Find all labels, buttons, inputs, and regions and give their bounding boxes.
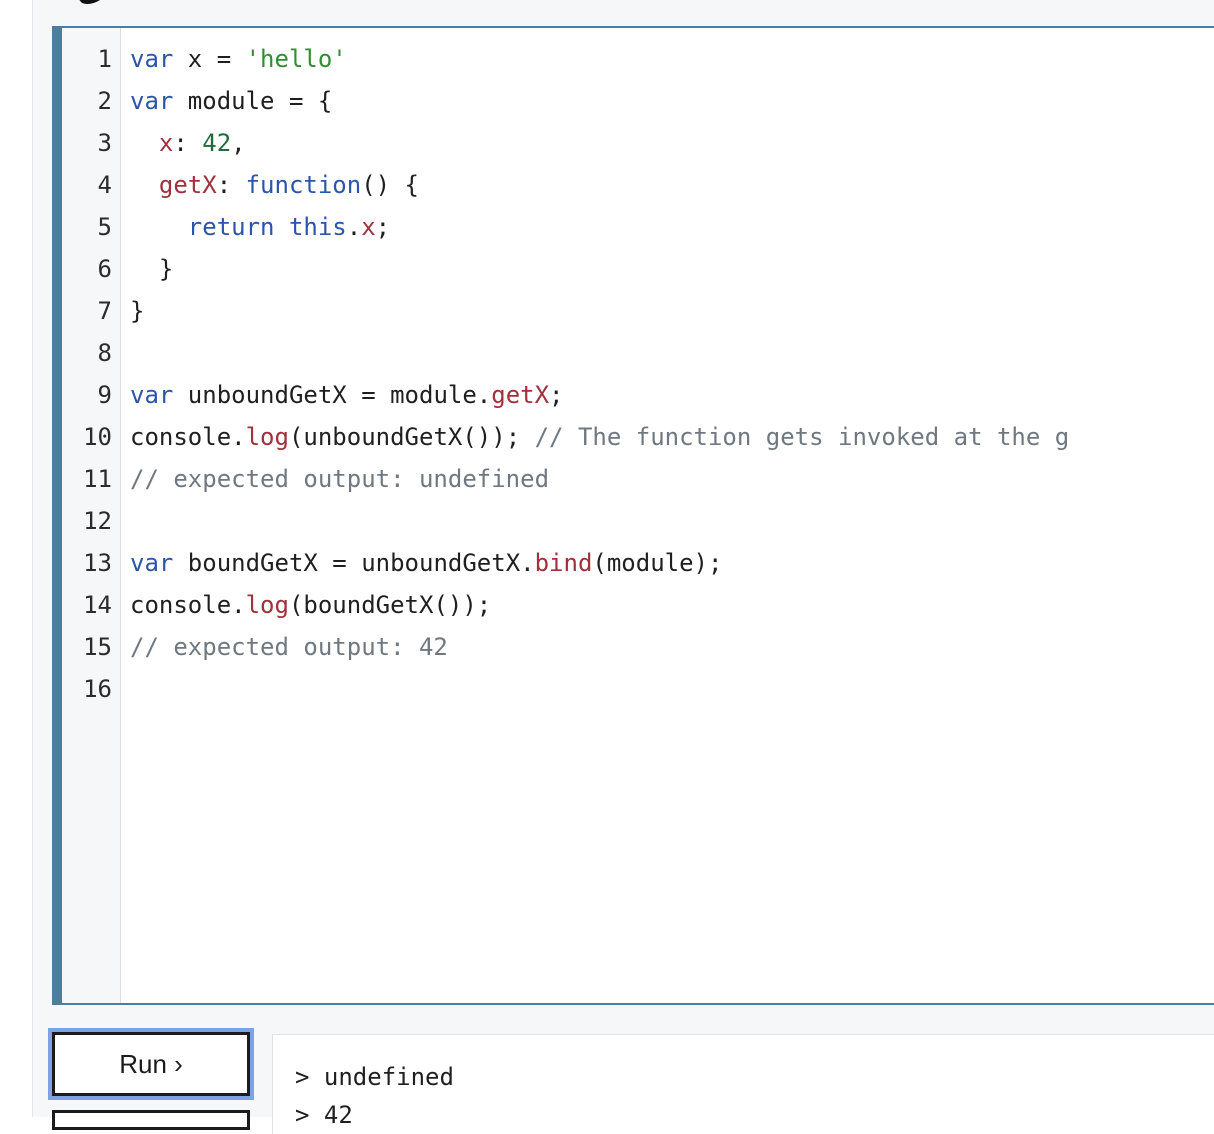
line-number: 10 <box>83 423 112 451</box>
line-number: 16 <box>83 675 112 703</box>
line-number: 3 <box>97 129 112 157</box>
line-number: 11 <box>83 465 112 493</box>
code-token: this <box>288 213 347 241</box>
line-number: 8 <box>97 339 112 367</box>
code-editor[interactable]: 1 2 3 4 5 6 7 8 9 10 11 12 13 14 15 16 var x = 'hello' v… <box>52 26 1214 1005</box>
code-token: module = { <box>173 87 333 115</box>
code-token: // expected output: 42 <box>130 633 448 661</box>
code-line: var module = { <box>130 80 332 122</box>
run-button-label: Run › <box>119 1048 183 1079</box>
code-line: var x = 'hello' <box>130 38 347 80</box>
line-number: 15 <box>83 633 112 661</box>
console-line: > 42 <box>295 1101 353 1129</box>
line-number-gutter: 1 2 3 4 5 6 7 8 9 10 11 12 13 14 15 16 <box>62 28 121 1003</box>
code-line: // expected output: 42 <box>130 626 448 668</box>
code-token: var <box>130 87 174 115</box>
code-token: var <box>130 549 174 577</box>
code-token: return <box>187 213 275 241</box>
code-line: console.log(unboundGetX()); // The funct… <box>130 416 1069 458</box>
code-token: x = <box>173 45 246 73</box>
code-token: log <box>245 591 289 619</box>
code-line: return this.x; <box>130 206 390 248</box>
code-token: bind <box>534 549 593 577</box>
code-token: () { <box>361 171 419 199</box>
code-token: boundGetX = unboundGetX. <box>173 549 535 577</box>
code-token: . <box>346 213 362 241</box>
run-button[interactable]: Run › <box>52 1032 250 1096</box>
line-number: 4 <box>97 171 112 199</box>
code-token: unboundGetX = module. <box>173 381 492 409</box>
code-token: : <box>216 171 246 199</box>
line-number: 2 <box>97 87 112 115</box>
code-token: x <box>158 129 174 157</box>
line-number: 6 <box>97 255 112 283</box>
line-number: 1 <box>97 45 112 73</box>
code-line: } <box>130 290 144 332</box>
reset-button[interactable] <box>52 1110 250 1130</box>
code-token: function <box>245 171 362 199</box>
top-decoration-icon <box>60 0 100 8</box>
code-line: console.log(boundGetX()); <box>130 584 491 626</box>
code-token: var <box>130 381 174 409</box>
code-token: getX <box>491 381 550 409</box>
line-number: 14 <box>83 591 112 619</box>
code-token: console. <box>130 591 246 619</box>
code-line: getX: function() { <box>130 164 419 206</box>
line-number: 12 <box>83 507 112 535</box>
code-token: } <box>130 255 174 283</box>
page-left-margin <box>0 0 33 1117</box>
code-line: x: 42, <box>130 122 246 164</box>
code-token: 42 <box>202 129 232 157</box>
code-area[interactable]: var x = 'hello' var module = { x: 42, get… <box>130 28 1214 1003</box>
code-line: } <box>130 248 173 290</box>
code-token: } <box>130 297 145 325</box>
line-number: 9 <box>97 381 112 409</box>
code-token: // The function gets invoked at the g <box>534 423 1070 451</box>
code-token: (unboundGetX()); <box>288 423 535 451</box>
code-line: // expected output: undefined <box>130 458 549 500</box>
code-token: ; <box>375 213 391 241</box>
code-token: : <box>173 129 203 157</box>
code-token: (boundGetX()); <box>288 591 492 619</box>
code-token: , <box>231 129 246 157</box>
console-output: > undefined > 42 <box>272 1034 1214 1134</box>
line-number: 5 <box>97 213 112 241</box>
code-token: // expected output: undefined <box>130 465 550 493</box>
code-token: var <box>130 45 174 73</box>
code-token: getX <box>158 171 217 199</box>
code-line: var boundGetX = unboundGetX.bind(module)… <box>130 542 722 584</box>
code-token: log <box>245 423 289 451</box>
code-token: 'hello' <box>245 45 347 73</box>
editor-focus-bar <box>52 26 62 1005</box>
line-number: 7 <box>97 297 112 325</box>
code-line: var unboundGetX = module.getX; <box>130 374 564 416</box>
code-token: (module); <box>592 549 723 577</box>
line-number: 13 <box>83 549 112 577</box>
code-token: console. <box>130 423 246 451</box>
code-token: ; <box>549 381 564 409</box>
code-token: x <box>361 213 376 241</box>
console-line: > undefined <box>295 1063 454 1091</box>
